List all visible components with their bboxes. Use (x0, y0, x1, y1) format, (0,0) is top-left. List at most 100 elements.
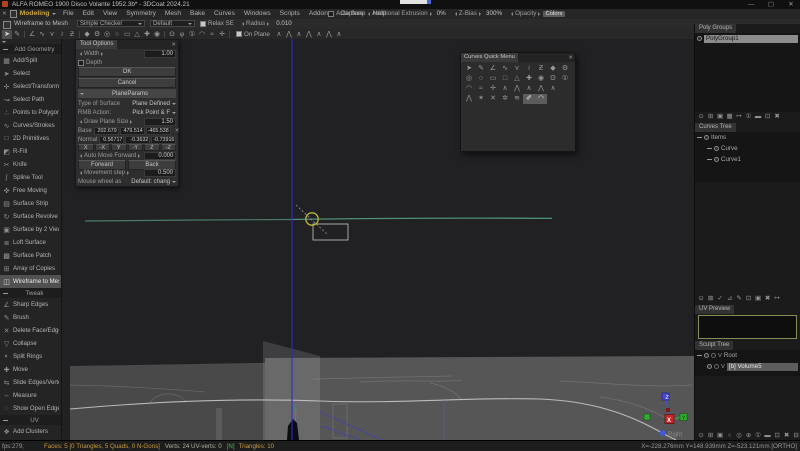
qm-droplet-icon[interactable]: ʘ (547, 74, 559, 84)
qm-edit-curve-icon[interactable]: ✐ (523, 94, 535, 104)
sphere-icon[interactable]: ○ (726, 432, 734, 440)
ok-button[interactable]: OK (78, 67, 176, 77)
checkbox-checked-icon[interactable] (200, 21, 206, 27)
qm-profile-6-icon[interactable]: ⋀ (463, 94, 475, 104)
auto-move-spinner[interactable]: Auto Move Forward 0.000 (76, 151, 178, 160)
qm-curve-pen-icon[interactable]: ✎ (475, 64, 487, 74)
gizmo-left-green-handle[interactable] (644, 414, 650, 420)
qm-select-cursor-icon[interactable]: ➤ (463, 64, 475, 74)
axis-button-minus-z[interactable]: -Z (161, 144, 177, 151)
add-icon[interactable]: ⊞ (707, 113, 715, 121)
increment-icon[interactable] (101, 52, 105, 56)
close-file-icon[interactable]: ✕ (2, 11, 7, 17)
movement-step-spinner[interactable]: Movement step 0.500 (76, 168, 178, 177)
qm-square-icon[interactable]: □ (499, 74, 511, 84)
profile-peak-5-icon[interactable]: ∧ (314, 30, 324, 39)
add-icon[interactable]: ⊞ (707, 432, 715, 440)
curves-quick-menu-title[interactable]: Curves Quick Menu (461, 53, 518, 62)
tool-select[interactable]: ➤Select (0, 67, 61, 80)
rename-icon[interactable]: ▬ (764, 432, 772, 440)
qm-profile-2-icon[interactable]: ⋀ (511, 84, 523, 94)
depth-checkbox[interactable]: Depth (76, 58, 178, 67)
decrement-icon[interactable] (78, 52, 82, 56)
tool-surface-strip[interactable]: ▤Surface Strip (0, 197, 61, 210)
decrement-icon[interactable] (78, 171, 82, 175)
increment-icon[interactable] (127, 171, 131, 175)
menu-symmetry[interactable]: Symmetry (126, 10, 156, 17)
profile-peak-2-icon[interactable]: ⋀ (284, 30, 294, 39)
qm-sharp-polyline-icon[interactable]: ∠ (487, 64, 499, 74)
move-out-icon[interactable]: ↦ (735, 113, 743, 121)
cross-shape-icon[interactable]: ✚ (142, 30, 152, 39)
qm-step-curve-icon[interactable]: Ƶ (535, 64, 547, 74)
clipboard-icon[interactable] (3, 21, 11, 29)
tool-curves-strokes[interactable]: ∿Curves/Strokes (0, 119, 61, 132)
sculpt-tree-volume[interactable]: V [b] Volume5 (695, 361, 800, 372)
qm-star-icon[interactable]: ✶ (475, 94, 487, 104)
tool-wireframe-to-mesh[interactable]: ◫Wireframe to Mesh (0, 275, 61, 288)
visibility-icon[interactable] (704, 353, 709, 358)
tool-select-transform[interactable]: ✛Select/Transform (0, 80, 61, 93)
section-header-tweak[interactable]: Tweak (0, 288, 61, 298)
mouse-wheel-dropdown[interactable]: Default: chang (131, 178, 176, 185)
rmb-action-dropdown[interactable]: Pick Point & F (132, 109, 176, 116)
sharp-polyline-icon[interactable]: ∠ (27, 30, 37, 39)
axis-button-y[interactable]: Y (111, 144, 127, 151)
tool-array-of-copies[interactable]: ⊞Array of Copies (0, 262, 61, 275)
width-value[interactable]: 1.00 (144, 50, 176, 58)
grid-icon[interactable]: ▦ (726, 113, 734, 121)
duplicate-icon[interactable]: ▣ (716, 432, 724, 440)
qm-profile-5-icon[interactable]: ∧ (547, 84, 559, 94)
normal-x-field[interactable]: 0.56717 (99, 136, 124, 144)
minimize-button[interactable]: — (744, 0, 758, 9)
param-z-bias[interactable]: Z-Bias300% (453, 10, 502, 17)
info-icon[interactable]: ① (745, 113, 753, 121)
delete-icon[interactable]: ✖ (783, 432, 791, 440)
axis-button-z[interactable]: Z (144, 144, 160, 151)
qm-info-icon[interactable]: ① (559, 74, 571, 84)
wave-curve-icon[interactable]: ≀ (57, 30, 67, 39)
tool-loft-surface[interactable]: ≣Loft Surface (0, 236, 61, 249)
triangle-icon[interactable]: ⊿ (726, 295, 734, 303)
param-additional-extrusion[interactable]: Additional Extrusion0% (366, 10, 446, 17)
rectangle-shape-icon[interactable]: ▭ (122, 30, 132, 39)
new-layer-icon[interactable]: ⊡ (773, 432, 781, 440)
ghost-icon[interactable] (714, 364, 719, 369)
radius-spinner[interactable]: Radius 0.010 (240, 19, 292, 29)
tool-sharp-edges[interactable]: ∠Sharp Edges (0, 298, 61, 311)
step-curve-icon[interactable]: Ƶ (67, 30, 77, 39)
tab-uv-preview[interactable]: UV Preview (695, 305, 734, 314)
search-icon[interactable]: ⊙ (697, 113, 705, 121)
tool-show-open-edge[interactable]: ◌Show Open Edge (0, 402, 61, 415)
decrement-icon[interactable] (78, 120, 82, 124)
profile-peak-1-icon[interactable]: ∧ (274, 30, 284, 39)
branch-curve-icon[interactable]: ⋎ (47, 30, 57, 39)
colors-button[interactable]: Colors (543, 11, 565, 18)
tool-split-rings[interactable]: ◐Split Rings (0, 350, 61, 363)
curves-tree-node-curve[interactable]: Curve (695, 143, 800, 154)
type-of-surface-dropdown[interactable]: Plane Defined (132, 100, 176, 107)
menu-file[interactable]: File (63, 10, 74, 17)
draw-plane-size-spinner[interactable]: Draw Plane Size 1.50 (76, 117, 178, 126)
add-curve-pen-icon[interactable]: ✎ (12, 30, 22, 39)
spiral-shape-icon[interactable]: ◉ (152, 30, 162, 39)
polygon-shape-icon[interactable]: △ (132, 30, 142, 39)
extra-icon[interactable]: ⊟ (792, 432, 800, 440)
movement-step-value[interactable]: 0.500 (144, 169, 176, 177)
checker-dropdown[interactable]: Simple Checker (77, 20, 145, 27)
section-header-add-geometry[interactable]: Add Geometry (0, 44, 61, 54)
tool-add-clusters[interactable]: ❖Add Clusters (0, 425, 61, 438)
tab-poly-groups[interactable]: Poly Groups (695, 24, 736, 33)
menu-edit[interactable]: Edit (83, 10, 94, 17)
close-icon[interactable]: ✕ (171, 42, 178, 48)
tool-add-split[interactable]: ▦Add/Split (0, 54, 61, 67)
tab-tool-options[interactable]: Tool Options (76, 40, 117, 49)
qm-cross-icon[interactable]: ✚ (523, 74, 535, 84)
plane-params-header[interactable]: PlaneParams (78, 89, 176, 98)
qm-profile-4-icon[interactable]: ⋀ (535, 84, 547, 94)
cancel-button[interactable]: Cancel (78, 78, 176, 88)
qm-circle-icon[interactable]: ○ (475, 74, 487, 84)
rename-icon[interactable]: ▬ (754, 113, 762, 121)
tool-slide-edges-vertex[interactable]: ⇆Slide Edges/Vertex (0, 376, 61, 389)
voxel-mode-indicator[interactable]: V (721, 364, 725, 370)
